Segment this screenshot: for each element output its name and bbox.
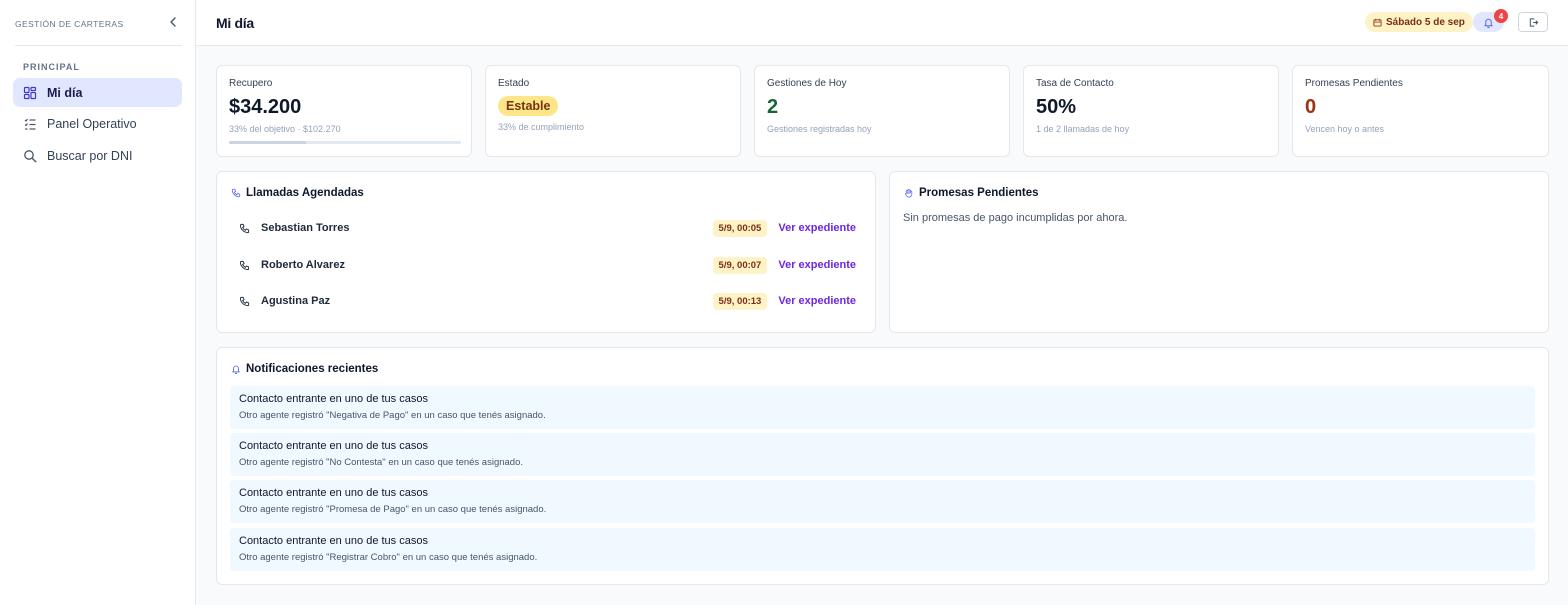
contact-name: Agustina Paz (261, 295, 331, 307)
kpi-recupero-card: Recupero $34.200 33% del objetivo · $102… (216, 65, 472, 157)
kpi-subtext: 1 de 2 llamadas de hoy (1036, 124, 1130, 134)
view-file-link[interactable]: Ver expediente (778, 259, 856, 271)
notification-description: Otro agente registró "Registrar Cobro" e… (239, 552, 538, 563)
view-file-link[interactable]: Ver expediente (778, 222, 856, 234)
kpi-value: 0 (1305, 96, 1317, 118)
notifications-title: Notificaciones recientes (231, 363, 378, 375)
kpi-tasa-contacto-card: Tasa de Contacto 50% 1 de 2 llamadas de … (1023, 65, 1279, 157)
notification-description: Otro agente registró "Negativa de Pago" … (239, 410, 546, 421)
call-row: Agustina Paz 5/9, 00:13 Ver expediente (239, 290, 856, 312)
section-title-text: Llamadas Agendadas (246, 187, 364, 199)
scheduled-calls-card: Llamadas Agendadas Sebastian Torres 5/9,… (216, 171, 876, 333)
dashboard-icon (23, 86, 37, 99)
phone-icon (231, 188, 241, 198)
notification-item[interactable]: Contacto entrante en uno de tus casos Ot… (230, 528, 1535, 571)
notifications-count-badge: 4 (1494, 9, 1508, 23)
section-title-text: Promesas Pendientes (919, 187, 1039, 199)
contact-name: Roberto Alvarez (261, 259, 345, 271)
pending-promises-title: Promesas Pendientes (904, 187, 1039, 199)
hand-icon (905, 189, 913, 198)
notification-description: Otro agente registró "No Contesta" en un… (239, 457, 524, 468)
date-badge: Sábado 5 de sep (1365, 12, 1473, 32)
sidebar-header: GESTIÓN DE CARTERAS (15, 14, 182, 46)
kpi-subtext: 33% de cumplimiento (498, 122, 585, 132)
kpi-label: Estado (498, 78, 530, 89)
notification-item[interactable]: Contacto entrante en uno de tus casos Ot… (230, 386, 1535, 429)
contact-name: Sebastian Torres (261, 222, 350, 234)
sidebar-item-label: Mi día (47, 85, 83, 100)
call-time-badge: 5/9, 00:13 (712, 292, 768, 310)
sidebar-item-label: Panel Operativo (47, 116, 137, 131)
kpi-subtext: Gestiones registradas hoy (767, 124, 872, 134)
notification-title: Contacto entrante en uno de tus casos (239, 487, 428, 499)
kpi-label: Gestiones de Hoy (767, 78, 847, 89)
kpi-value: 2 (767, 96, 779, 118)
call-time-badge: 5/9, 00:07 (712, 256, 768, 274)
sidebar-item-mi-dia[interactable]: Mi día (13, 78, 182, 107)
app-brand: GESTIÓN DE CARTERAS (15, 19, 124, 29)
notification-title: Contacto entrante en uno de tus casos (239, 440, 428, 452)
kpi-label: Recupero (229, 78, 273, 89)
sidebar: GESTIÓN DE CARTERAS PRINCIPAL Mi día Pan… (0, 0, 196, 605)
phone-icon (239, 260, 250, 270)
notification-title: Contacto entrante en uno de tus casos (239, 535, 428, 547)
notification-item[interactable]: Contacto entrante en uno de tus casos Ot… (230, 480, 1535, 523)
search-icon (24, 149, 37, 163)
date-label: Sábado 5 de sep (1386, 16, 1465, 28)
kpi-gestiones-card: Gestiones de Hoy 2 Gestiones registradas… (754, 65, 1010, 157)
kpi-subtext: 33% del objetivo · $102.270 (229, 124, 341, 134)
page-title: Mi día (216, 15, 254, 31)
bell-icon (1484, 18, 1493, 28)
status-badge: Estable (498, 96, 559, 116)
sidebar-item-label: Buscar por DNI (47, 148, 133, 163)
progress-fill (229, 141, 306, 144)
recent-notifications-card: Notificaciones recientes Contacto entran… (216, 347, 1549, 585)
kpi-value: $34.200 (229, 96, 302, 118)
progress-bar (229, 141, 461, 144)
notification-item[interactable]: Contacto entrante en uno de tus casos Ot… (230, 433, 1535, 476)
phone-icon (239, 296, 250, 306)
logout-button[interactable] (1518, 12, 1548, 32)
kpi-promesas-card: Promesas Pendientes 0 Vencen hoy o antes (1292, 65, 1549, 157)
list-icon (24, 118, 36, 130)
kpi-subtext: Vencen hoy o antes (1305, 124, 1385, 134)
view-file-link[interactable]: Ver expediente (778, 295, 856, 307)
sidebar-item-buscar-dni[interactable]: Buscar por DNI (13, 141, 182, 170)
pending-promises-card: Promesas Pendientes Sin promesas de pago… (889, 171, 1549, 333)
kpi-label: Promesas Pendientes (1305, 78, 1403, 89)
call-row: Sebastian Torres 5/9, 00:05 Ver expedien… (239, 217, 856, 239)
top-bar: Mi día Sábado 5 de sep 4 (196, 0, 1568, 46)
sidebar-section-label: PRINCIPAL (23, 62, 80, 72)
call-row: Roberto Alvarez 5/9, 00:07 Ver expedient… (239, 254, 856, 276)
empty-state-text: Sin promesas de pago incumplidas por aho… (903, 212, 1128, 224)
phone-icon (239, 223, 250, 233)
notification-title: Contacto entrante en uno de tus casos (239, 393, 428, 405)
section-title-text: Notificaciones recientes (246, 363, 379, 375)
kpi-value: 50% (1036, 96, 1077, 118)
kpi-label: Tasa de Contacto (1036, 78, 1114, 89)
calendar-icon (1373, 18, 1382, 27)
logout-icon (1529, 17, 1538, 27)
notification-description: Otro agente registró "Promesa de Pago" e… (239, 504, 547, 515)
kpi-estado-card: Estado Estable 33% de cumplimiento (485, 65, 741, 157)
call-time-badge: 5/9, 00:05 (712, 219, 768, 237)
bell-icon (232, 365, 240, 374)
sidebar-item-panel-operativo[interactable]: Panel Operativo (13, 109, 182, 138)
chevron-left-icon[interactable] (166, 15, 180, 29)
scheduled-calls-title: Llamadas Agendadas (231, 187, 364, 199)
